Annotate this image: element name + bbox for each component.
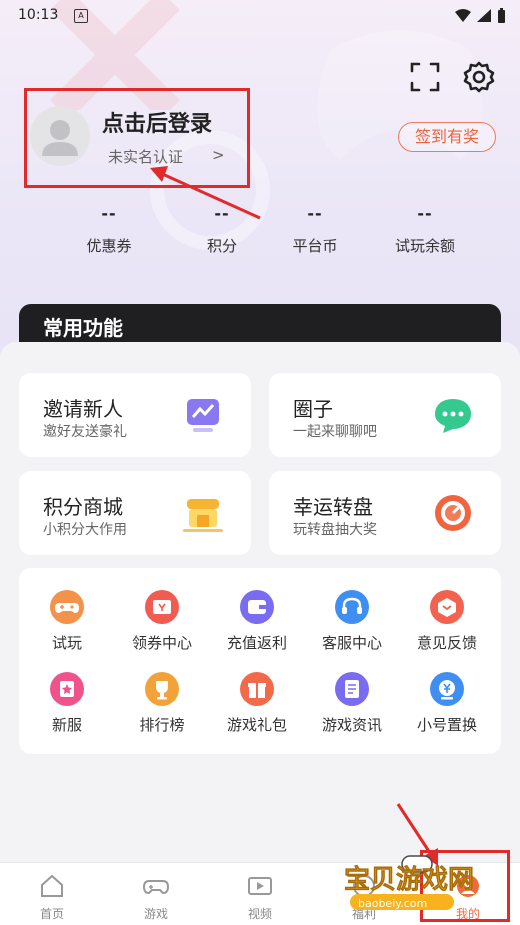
- gamepad-icon: [50, 590, 84, 624]
- scan-icon[interactable]: [408, 60, 442, 94]
- stat-coupons[interactable]: -- 优惠券: [59, 204, 159, 256]
- gamepad-icon: [142, 880, 170, 895]
- chart-card-icon: [187, 399, 219, 432]
- ticket-icon: [145, 590, 179, 624]
- tab-games[interactable]: 游戏: [104, 863, 208, 925]
- card-circle[interactable]: 圈子 一起来聊聊吧: [269, 373, 501, 457]
- watermark-logo: 宝贝游戏网 baobeiy.com: [344, 855, 474, 910]
- feature-feedback[interactable]: 意见反馈: [399, 590, 495, 653]
- exchange-icon: [430, 672, 464, 706]
- chat-bubble-icon: [435, 399, 471, 433]
- news-icon: [335, 672, 369, 706]
- stat-trial-balance[interactable]: -- 试玩余额: [375, 204, 475, 256]
- home-icon: [41, 874, 63, 897]
- gift-icon: [240, 672, 274, 706]
- store-icon: [183, 499, 223, 532]
- feature-trial[interactable]: 试玩: [19, 590, 115, 653]
- feature-coupon-center[interactable]: 领券中心: [114, 590, 210, 653]
- tab-video[interactable]: 视频: [208, 863, 312, 925]
- trophy-icon: [145, 672, 179, 706]
- status-time: 10:13: [18, 7, 59, 23]
- stat-platform-coins[interactable]: -- 平台币: [265, 204, 365, 256]
- feature-grid: 试玩 领券中心 充值返利 客服中心 意见反馈 新服 排行榜 游戏礼包 游戏资讯 …: [19, 568, 501, 754]
- feedback-icon: [430, 590, 464, 624]
- feature-game-news[interactable]: 游戏资讯: [304, 672, 400, 735]
- card-lucky-wheel[interactable]: 幸运转盘 玩转盘抽大奖: [269, 471, 501, 555]
- signal-icon: [477, 9, 491, 22]
- signin-reward-button[interactable]: 签到有奖: [398, 122, 496, 152]
- tab-home[interactable]: 首页: [0, 863, 104, 925]
- section-title: 常用功能: [43, 316, 123, 340]
- feature-account-exchange[interactable]: 小号置换: [399, 672, 495, 735]
- card-points-mall[interactable]: 积分商城 小积分大作用: [19, 471, 251, 555]
- feature-game-gift[interactable]: 游戏礼包: [209, 672, 305, 735]
- wallet-icon: [240, 590, 274, 624]
- headset-icon: [335, 590, 369, 624]
- status-bar: 10:13 A: [0, 0, 520, 32]
- wifi-icon: [455, 9, 471, 22]
- feature-customer-service[interactable]: 客服中心: [304, 590, 400, 653]
- card-invite[interactable]: 邀请新人 邀好友送豪礼: [19, 373, 251, 457]
- video-icon: [248, 877, 272, 895]
- feature-leaderboard[interactable]: 排行榜: [114, 672, 210, 735]
- battery-icon: [498, 8, 505, 23]
- feature-recharge-rebate[interactable]: 充值返利: [209, 590, 305, 653]
- svg-text:宝贝游戏网: 宝贝游戏网: [344, 864, 474, 895]
- new-server-icon: [50, 672, 84, 706]
- settings-gear-icon[interactable]: [462, 60, 496, 94]
- feature-new-server[interactable]: 新服: [19, 672, 115, 735]
- stat-points[interactable]: -- 积分: [172, 204, 272, 256]
- wheel-icon: [435, 495, 471, 531]
- notification-icon: A: [74, 9, 88, 23]
- svg-text:baobeiy.com: baobeiy.com: [358, 897, 427, 910]
